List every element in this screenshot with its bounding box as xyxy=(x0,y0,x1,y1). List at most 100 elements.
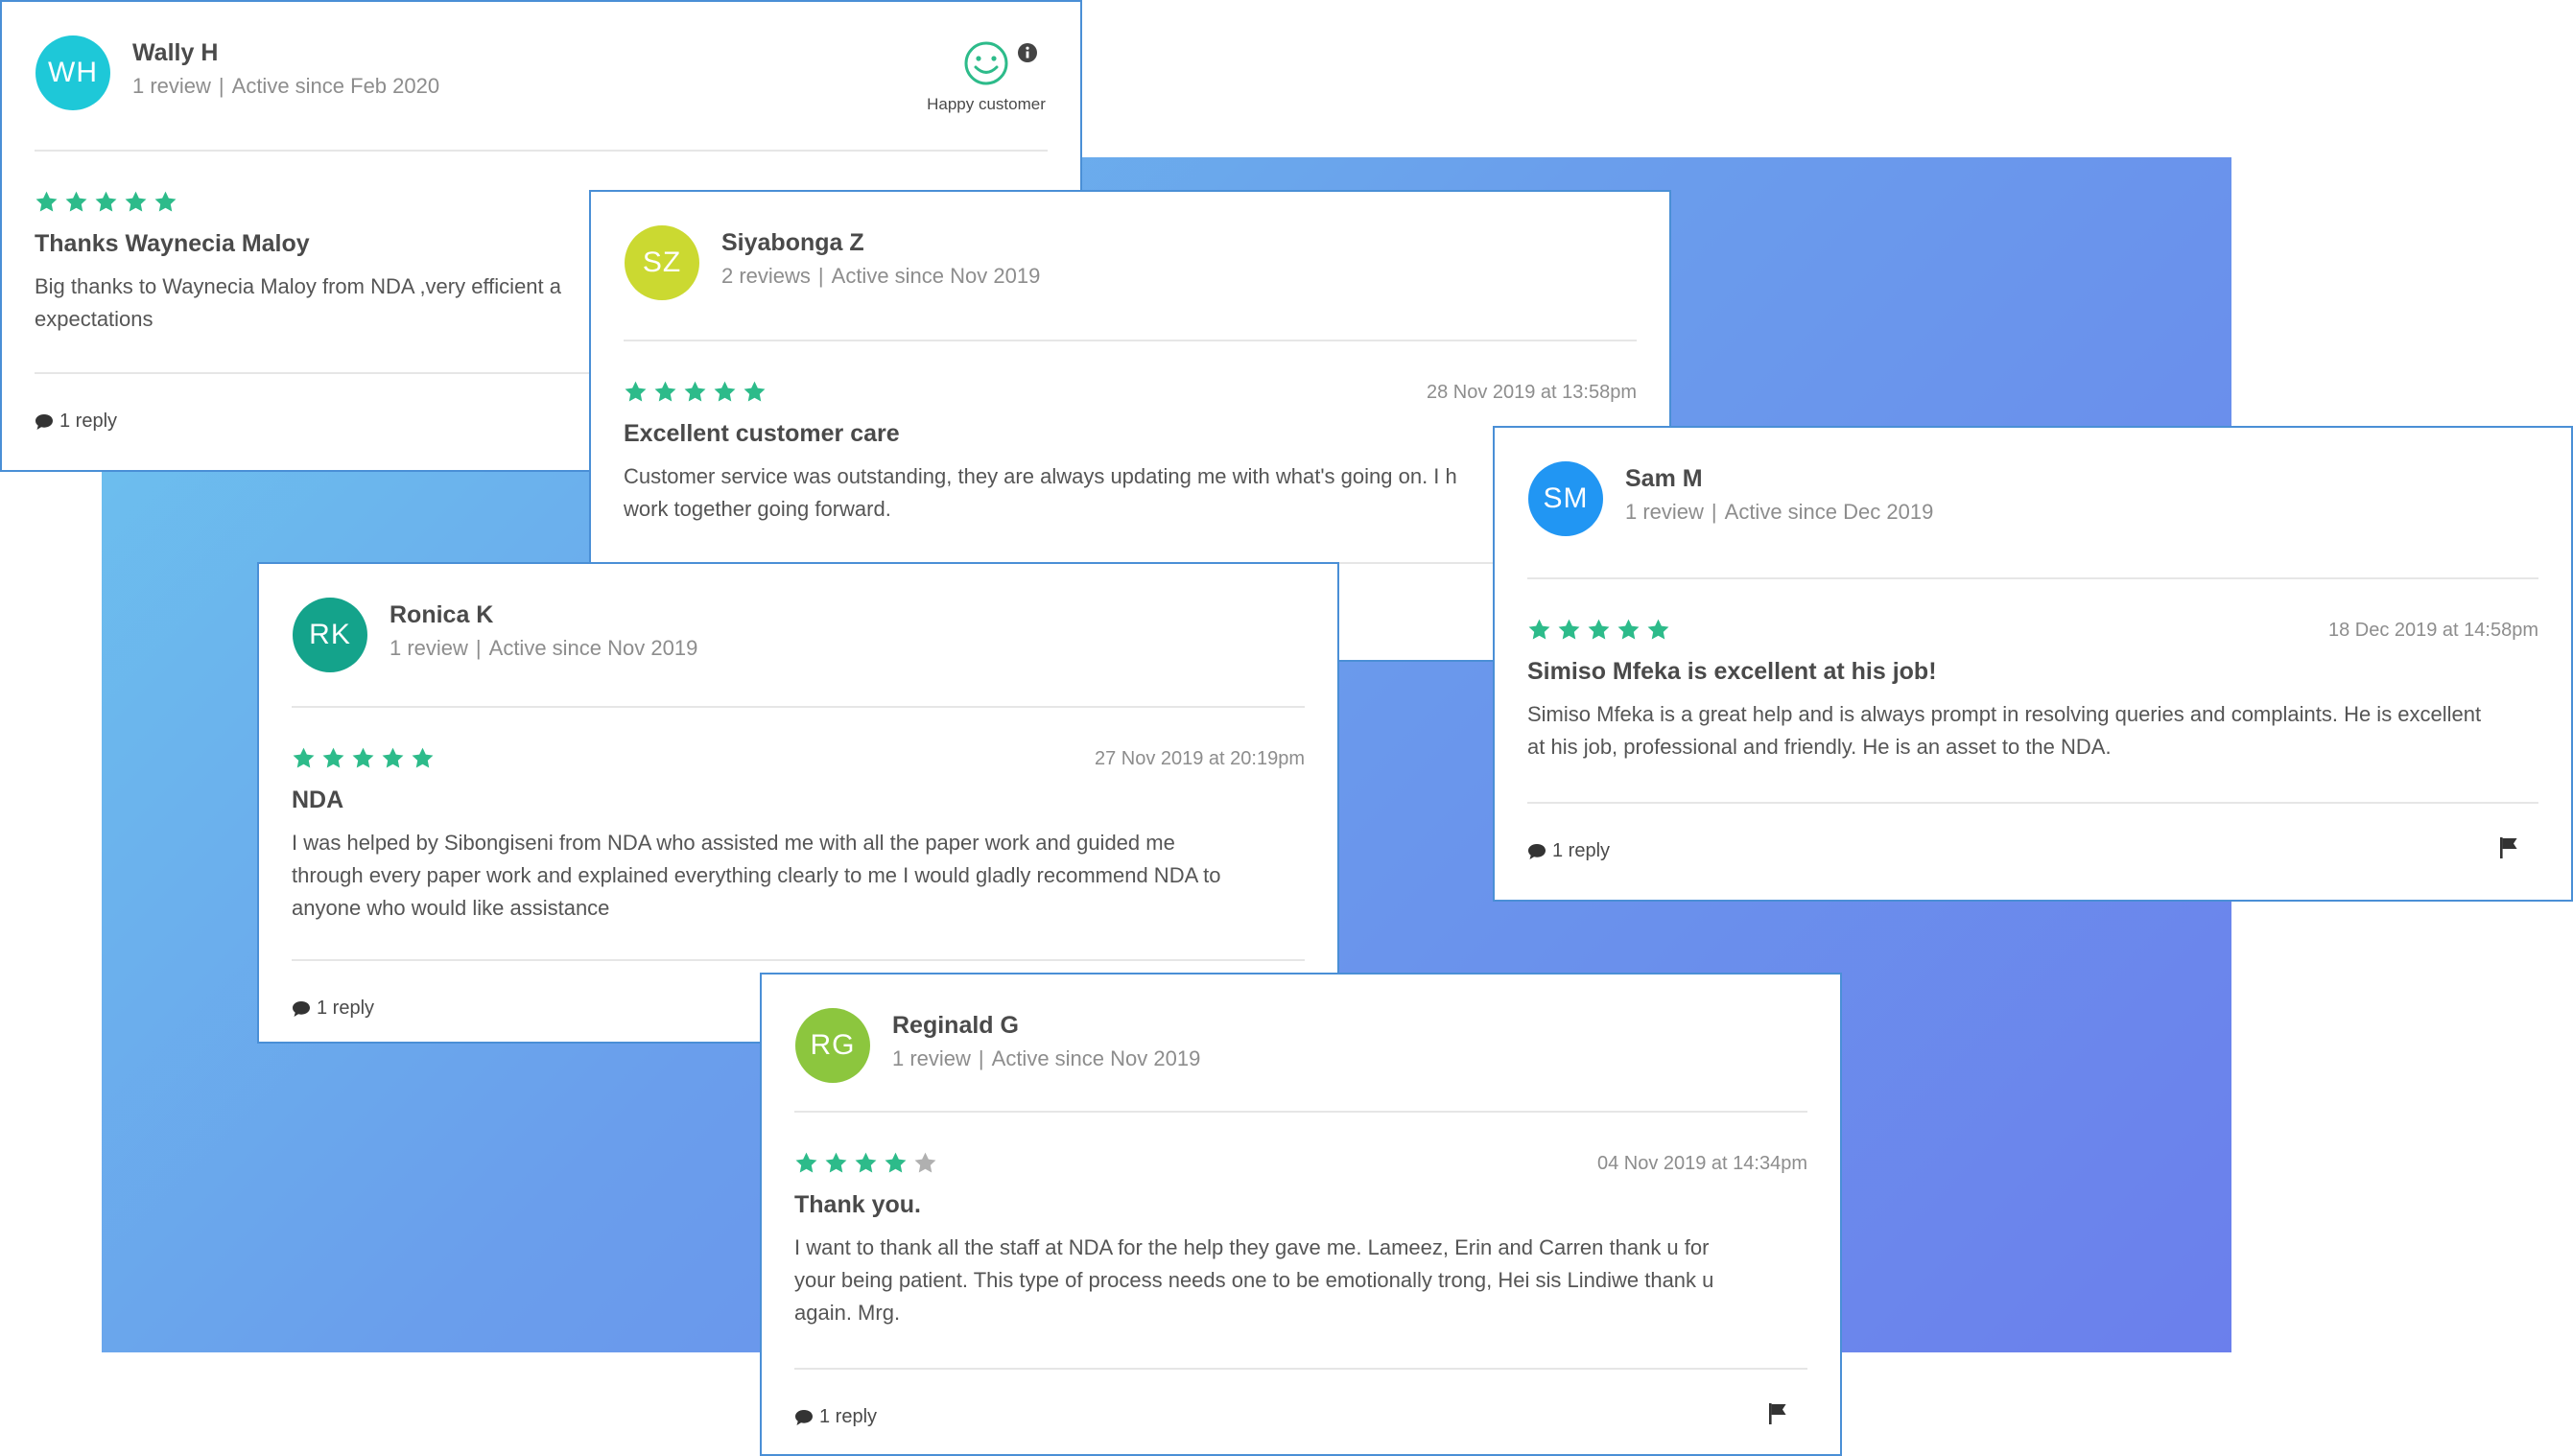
review-title: Thank you. xyxy=(794,1191,921,1218)
active-since: Active since Dec 2019 xyxy=(1724,500,1934,524)
reviewer-name[interactable]: Siyabonga Z xyxy=(721,229,864,257)
star-filled-icon xyxy=(625,381,647,402)
star-filled-icon xyxy=(95,191,117,212)
star-filled-icon xyxy=(154,191,177,212)
review-title: Simiso Mfeka is excellent at his job! xyxy=(1527,658,1937,685)
review-date: 27 Nov 2019 at 20:19pm xyxy=(1094,748,1305,769)
review-card-reginald-g: RG Reginald G 1 review | Active since Nov … xyxy=(760,973,1842,1456)
divider xyxy=(624,340,1637,341)
active-since: Active since Nov 2019 xyxy=(991,1046,1201,1070)
star-filled-icon xyxy=(855,1152,877,1173)
divider xyxy=(292,959,1305,961)
smiley-icon xyxy=(964,41,1008,85)
star-filled-icon xyxy=(1588,619,1610,640)
reply-count: 1 reply xyxy=(819,1406,878,1427)
star-filled-icon xyxy=(684,381,706,402)
review-count: 2 reviews xyxy=(721,264,811,288)
star-filled-icon xyxy=(825,1152,847,1173)
star-filled-icon xyxy=(795,1152,817,1173)
active-since: Active since Nov 2019 xyxy=(488,636,698,660)
review-body: Simiso Mfeka is a great help and is alwa… xyxy=(1527,698,2544,763)
review-body-line: your being patient. This type of process… xyxy=(794,1268,1714,1292)
rating-stars xyxy=(624,380,767,404)
review-title: NDA xyxy=(292,787,344,813)
review-body-line: I was helped by Sibongiseni from NDA who… xyxy=(292,831,1175,855)
star-filled-icon xyxy=(35,191,58,212)
divider xyxy=(35,150,1048,152)
star-filled-icon xyxy=(125,191,147,212)
review-body: I want to thank all the staff at NDA for… xyxy=(794,1232,1811,1329)
star-filled-icon xyxy=(1528,619,1550,640)
reply-count: 1 reply xyxy=(1552,840,1611,861)
reviewer-meta: 1 review | Active since Nov 2019 xyxy=(892,1046,1201,1070)
avatar: SM xyxy=(1528,461,1603,536)
rating-stars xyxy=(794,1151,937,1175)
star-filled-icon xyxy=(885,1152,907,1173)
review-body-line: Customer service was outstanding, they a… xyxy=(624,464,1457,488)
review-body-line: work together going forward. xyxy=(624,497,891,521)
review-date: 04 Nov 2019 at 14:34pm xyxy=(1596,1153,1807,1174)
star-filled-icon xyxy=(654,381,676,402)
reviewer-meta: 1 review | Active since Feb 2020 xyxy=(132,74,440,98)
comment-icon xyxy=(795,1409,813,1425)
avatar: SZ xyxy=(625,225,699,300)
star-filled-icon xyxy=(293,747,315,768)
reply-count: 1 reply xyxy=(59,411,118,432)
star-empty-icon xyxy=(914,1152,936,1173)
info-icon[interactable] xyxy=(1017,42,1038,63)
reviewer-meta: 2 reviews | Active since Nov 2019 xyxy=(721,264,1041,288)
star-filled-icon xyxy=(744,381,766,402)
reviewer-meta: 1 review | Active since Dec 2019 xyxy=(1625,500,1934,524)
review-body-line: Simiso Mfeka is a great help and is alwa… xyxy=(1527,702,2482,726)
divider xyxy=(794,1111,1807,1113)
review-body-line: anyone who would like assistance xyxy=(292,896,610,920)
comment-icon xyxy=(35,413,53,430)
reviewer-name[interactable]: Sam M xyxy=(1625,465,1703,493)
review-date: 18 Dec 2019 at 14:58pm xyxy=(2327,620,2538,641)
comment-icon xyxy=(293,1000,310,1017)
reply-link[interactable]: 1 reply xyxy=(35,411,117,433)
star-filled-icon xyxy=(352,747,374,768)
review-body-line: through every paper work and explained e… xyxy=(292,863,1221,887)
happy-customer-badge: Happy customer xyxy=(909,40,1063,114)
star-filled-icon xyxy=(1558,619,1580,640)
review-body-line: I want to thank all the staff at NDA for… xyxy=(794,1235,1710,1259)
rating-stars xyxy=(1527,618,1670,642)
star-filled-icon xyxy=(412,747,434,768)
reply-link[interactable]: 1 reply xyxy=(292,998,374,1020)
review-card-sam-m: SM Sam M 1 review | Active since Dec 2019 … xyxy=(1493,426,2573,902)
reply-link[interactable]: 1 reply xyxy=(1527,840,1610,862)
reviewer-name[interactable]: Reginald G xyxy=(892,1012,1019,1040)
active-since: Active since Feb 2020 xyxy=(231,74,440,98)
rating-stars xyxy=(292,746,435,770)
review-count: 1 review xyxy=(892,1046,971,1070)
flag-icon[interactable] xyxy=(1767,1402,1788,1425)
star-filled-icon xyxy=(322,747,344,768)
avatar: RK xyxy=(293,598,367,672)
review-title: Thanks Waynecia Maloy xyxy=(35,230,310,257)
reviewer-name[interactable]: Wally H xyxy=(132,39,218,67)
star-filled-icon xyxy=(65,191,87,212)
divider xyxy=(292,706,1305,708)
divider xyxy=(794,1368,1807,1370)
happy-customer-label: Happy customer xyxy=(927,95,1046,113)
star-filled-icon xyxy=(1647,619,1669,640)
star-filled-icon xyxy=(1617,619,1640,640)
reply-link[interactable]: 1 reply xyxy=(794,1406,877,1428)
active-since: Active since Nov 2019 xyxy=(831,264,1041,288)
review-title: Excellent customer care xyxy=(624,420,900,447)
flag-icon[interactable] xyxy=(2498,836,2519,859)
reply-count: 1 reply xyxy=(317,998,375,1019)
reviewer-meta: 1 review | Active since Nov 2019 xyxy=(389,636,698,660)
review-date: 28 Nov 2019 at 13:58pm xyxy=(1426,382,1637,403)
divider xyxy=(1527,577,2538,579)
avatar: RG xyxy=(795,1008,870,1083)
reviewer-name[interactable]: Ronica K xyxy=(389,601,493,629)
divider xyxy=(1527,802,2538,804)
review-body-line: at his job, professional and friendly. H… xyxy=(1527,735,2112,759)
review-body: I was helped by Sibongiseni from NDA who… xyxy=(292,827,1309,925)
avatar: WH xyxy=(35,35,110,110)
star-filled-icon xyxy=(382,747,404,768)
star-filled-icon xyxy=(714,381,736,402)
comment-icon xyxy=(1528,843,1546,859)
